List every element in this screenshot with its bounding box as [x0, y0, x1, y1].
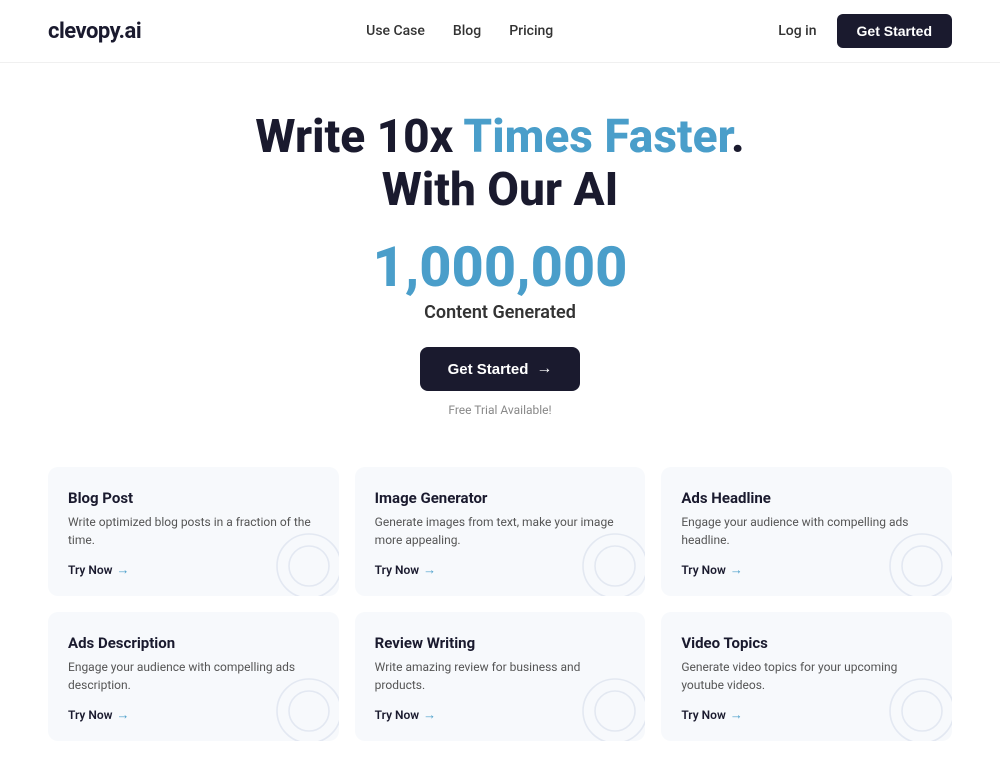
- cards-section: Blog Post Write optimized blog posts in …: [0, 447, 1000, 781]
- card-ads-headline-title: Ads Headline: [681, 489, 932, 507]
- nav-blog[interactable]: Blog: [453, 23, 481, 39]
- card-ads-headline-desc: Engage your audience with compelling ads…: [681, 513, 932, 549]
- card-image-generator-arrow-icon: →: [423, 562, 436, 578]
- card-video-topics-desc: Generate video topics for your upcoming …: [681, 658, 932, 694]
- cards-row-2: Ads Description Engage your audience wit…: [48, 612, 952, 741]
- card-video-topics: Video Topics Generate video topics for y…: [661, 612, 952, 741]
- cards-row-1: Blog Post Write optimized blog posts in …: [48, 467, 952, 596]
- card-review-writing-arrow-icon: →: [423, 707, 436, 723]
- card-ads-headline-arrow-icon: →: [730, 562, 743, 578]
- card-blog-post-link[interactable]: Try Now →: [68, 562, 129, 578]
- hero-get-started-button[interactable]: Get Started →: [420, 347, 581, 391]
- card-ads-headline-link[interactable]: Try Now →: [681, 562, 742, 578]
- card-blog-post-arrow-icon: →: [116, 562, 129, 578]
- card-image-generator-link[interactable]: Try Now →: [375, 562, 436, 578]
- nav-pricing[interactable]: Pricing: [509, 23, 553, 39]
- hero-title-highlight: Times Faster: [463, 110, 731, 164]
- hero-count: 1,000,000: [20, 237, 980, 299]
- logo: clevopy.ai: [48, 19, 141, 44]
- card-blog-post-desc: Write optimized blog posts in a fraction…: [68, 513, 319, 549]
- card-ads-description-title: Ads Description: [68, 634, 319, 652]
- card-video-topics-arrow-icon: →: [730, 707, 743, 723]
- hero-btn-label: Get Started: [448, 361, 529, 378]
- nav-links: Use Case Blog Pricing: [366, 23, 553, 39]
- nav-use-case[interactable]: Use Case: [366, 23, 425, 39]
- hero-subtitle: With Our AI: [20, 164, 980, 217]
- card-video-topics-title: Video Topics: [681, 634, 932, 652]
- nav-get-started-button[interactable]: Get Started: [837, 14, 952, 48]
- hero-cta-group: Get Started →: [20, 347, 980, 399]
- hero-title-part1: Write 10x: [255, 110, 463, 164]
- card-blog-post-title: Blog Post: [68, 489, 319, 507]
- hero-title: Write 10x Times Faster.: [20, 111, 980, 164]
- card-image-generator-desc: Generate images from text, make your ima…: [375, 513, 626, 549]
- card-review-writing: Review Writing Write amazing review for …: [355, 612, 646, 741]
- hero-btn-arrow-icon: →: [536, 360, 552, 378]
- card-ads-description-link[interactable]: Try Now →: [68, 707, 129, 723]
- hero-free-trial: Free Trial Available!: [20, 403, 980, 417]
- nav-actions: Log in Get Started: [778, 14, 952, 48]
- card-ads-description-arrow-icon: →: [116, 707, 129, 723]
- card-ads-headline: Ads Headline Engage your audience with c…: [661, 467, 952, 596]
- card-review-writing-desc: Write amazing review for business and pr…: [375, 658, 626, 694]
- card-blog-post: Blog Post Write optimized blog posts in …: [48, 467, 339, 596]
- card-ads-description-desc: Engage your audience with compelling ads…: [68, 658, 319, 694]
- card-video-topics-link[interactable]: Try Now →: [681, 707, 742, 723]
- card-image-generator-title: Image Generator: [375, 489, 626, 507]
- hero-title-period: .: [731, 110, 745, 164]
- hero-count-label: Content Generated: [20, 302, 980, 323]
- card-review-writing-title: Review Writing: [375, 634, 626, 652]
- navbar: clevopy.ai Use Case Blog Pricing Log in …: [0, 0, 1000, 63]
- login-button[interactable]: Log in: [778, 23, 816, 39]
- card-review-writing-link[interactable]: Try Now →: [375, 707, 436, 723]
- card-ads-description: Ads Description Engage your audience wit…: [48, 612, 339, 741]
- hero-section: Write 10x Times Faster. With Our AI 1,00…: [0, 63, 1000, 447]
- card-image-generator: Image Generator Generate images from tex…: [355, 467, 646, 596]
